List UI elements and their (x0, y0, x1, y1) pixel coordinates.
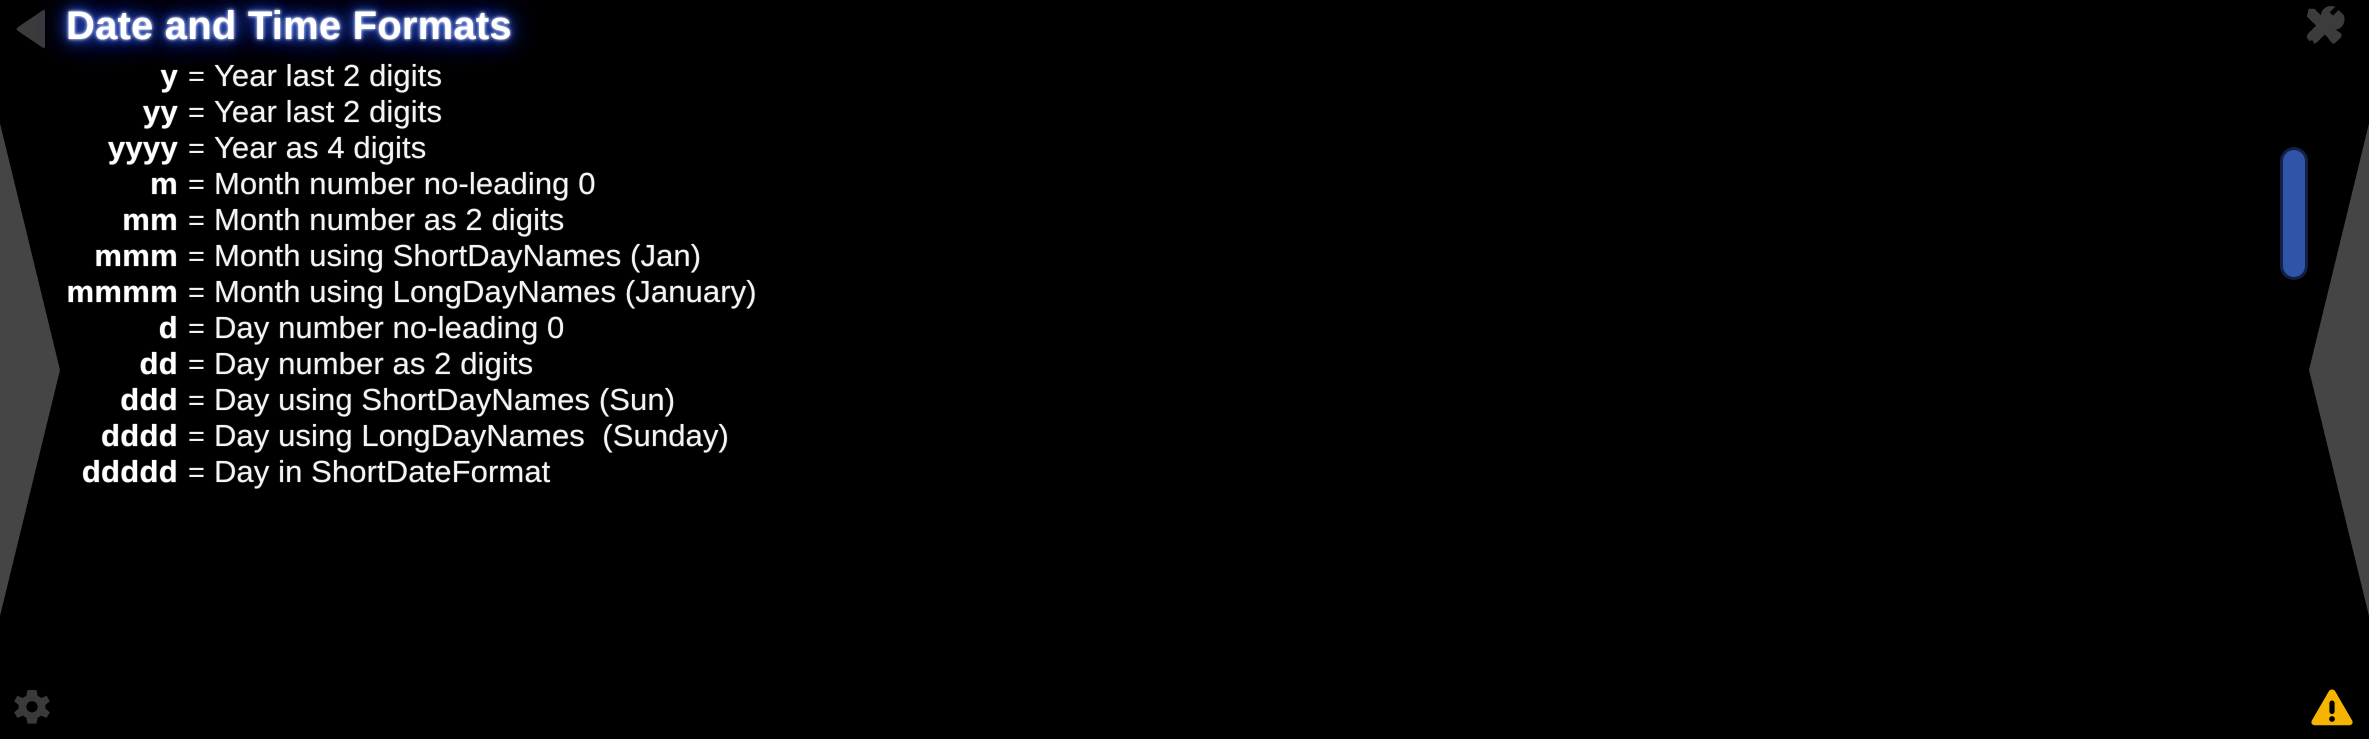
vertical-scroll-thumb[interactable] (2283, 150, 2305, 277)
format-code: dddd (101, 418, 178, 453)
vertical-scrollbar[interactable] (2281, 58, 2307, 739)
back-triangle-icon (15, 8, 49, 50)
format-separator: = (188, 133, 205, 165)
format-row: m = Month number no-leading 0 (0, 166, 2190, 202)
warning-button[interactable] (2305, 685, 2359, 733)
format-separator: = (188, 457, 205, 489)
format-separator: = (188, 241, 205, 273)
format-code: yy (142, 94, 178, 129)
format-row: dddd = Day using LongDayNames (Sunday) (0, 418, 2190, 454)
format-description: Year last 2 digits (213, 94, 443, 129)
format-separator: = (188, 97, 205, 129)
format-description: Month using LongDayNames (January) (213, 274, 757, 309)
format-row: ddddd = Day in ShortDateFormat (0, 454, 2190, 490)
format-code: ddd (120, 382, 178, 417)
format-description: Day number as 2 digits (213, 346, 534, 381)
right-edge-chevron (2304, 0, 2369, 739)
format-separator: = (188, 313, 205, 345)
format-separator: = (188, 349, 205, 381)
date-format-list: y = Year last 2 digits yy = Year last 2 … (0, 58, 2190, 739)
tools-icon (2303, 5, 2349, 56)
format-row: mmmm = Month using LongDayNames (January… (0, 274, 2190, 310)
format-row: y = Year last 2 digits (0, 58, 2190, 94)
format-code: mmmm (66, 274, 178, 309)
format-description: Month using ShortDayNames (Jan) (213, 238, 702, 273)
format-description: Year as 4 digits (213, 130, 427, 165)
format-description: Day using LongDayNames (Sunday) (213, 418, 729, 453)
format-description: Month number no-leading 0 (213, 166, 596, 201)
format-separator: = (188, 277, 205, 309)
format-description: Day in ShortDateFormat (213, 454, 551, 489)
warning-triangle-icon (2310, 687, 2354, 732)
format-row: dd = Day number as 2 digits (0, 346, 2190, 382)
page-title: Date and Time Formats (66, 4, 512, 48)
format-row: mm = Month number as 2 digits (0, 202, 2190, 238)
format-row: yy = Year last 2 digits (0, 94, 2190, 130)
format-row: d = Day number no-leading 0 (0, 310, 2190, 346)
format-code: y (160, 58, 178, 93)
format-separator: = (188, 205, 205, 237)
format-code: m (150, 166, 178, 201)
format-row: mmm = Month using ShortDayNames (Jan) (0, 238, 2190, 274)
format-description: Month number as 2 digits (213, 202, 565, 237)
tools-button[interactable] (2297, 4, 2355, 56)
format-description: Year last 2 digits (213, 58, 443, 93)
format-code: mmm (94, 238, 178, 273)
format-code: mm (122, 202, 178, 237)
format-description: Day using ShortDayNames (Sun) (213, 382, 676, 417)
format-separator: = (188, 169, 205, 201)
format-row: yyyy = Year as 4 digits (0, 130, 2190, 166)
format-separator: = (188, 61, 205, 93)
format-code: yyyy (107, 130, 178, 165)
back-button[interactable] (10, 6, 54, 52)
format-description: Day number no-leading 0 (213, 310, 565, 345)
format-separator: = (188, 421, 205, 453)
format-code: ddddd (81, 454, 178, 489)
format-separator: = (188, 385, 205, 417)
settings-button[interactable] (6, 683, 58, 735)
app-window: Date and Time Formats y = Year last 2 di… (0, 0, 2369, 739)
format-code: d (158, 310, 178, 345)
title-bar: Date and Time Formats (0, 0, 2369, 56)
format-row: ddd = Day using ShortDayNames (Sun) (0, 382, 2190, 418)
format-code: dd (139, 346, 178, 381)
gear-icon (11, 686, 53, 733)
